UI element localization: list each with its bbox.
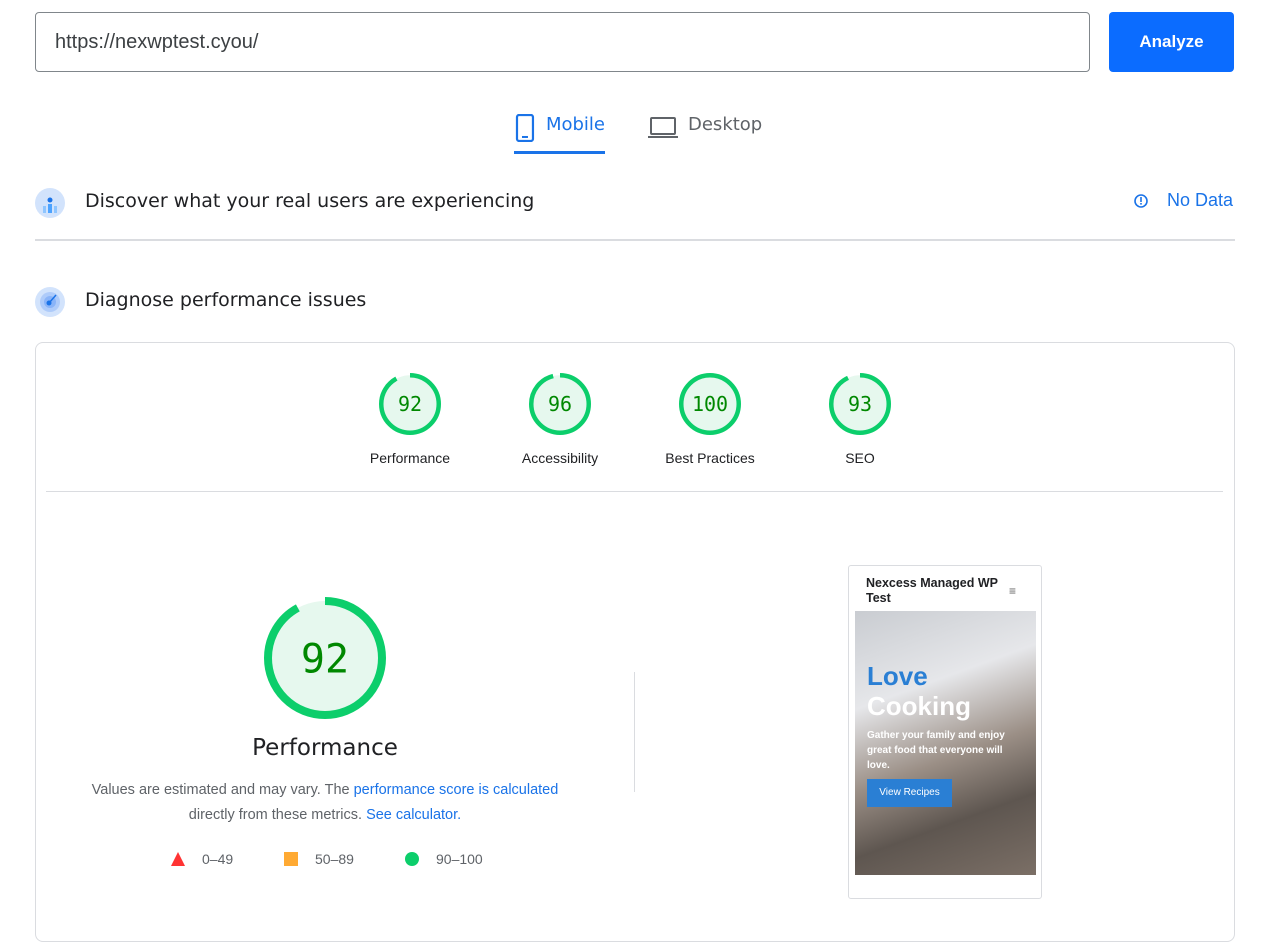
tab-mobile-label: Mobile — [545, 114, 605, 135]
hero-heading-1: Love — [867, 661, 928, 691]
site-title: Nexcess Managed WP Test — [866, 576, 998, 605]
triangle-icon — [171, 852, 185, 866]
page-screenshot: Nexcess Managed WP Test ≡ Love Cooking G… — [848, 565, 1042, 899]
gauge-score: 93 — [848, 392, 872, 416]
legend-label: 0–49 — [202, 851, 234, 867]
legend-label: 50–89 — [315, 851, 354, 867]
see-calculator-link[interactable]: See calculator. — [366, 807, 461, 823]
gauges-divider — [46, 491, 1223, 492]
main-score-title: Performance — [252, 735, 398, 761]
no-data-label: No Data — [1167, 190, 1234, 210]
info-icon — [1134, 193, 1148, 208]
field-data-title: Discover what your real users are experi… — [85, 190, 535, 212]
score-gauge-performance[interactable]: 92 Performance — [335, 372, 485, 466]
legend-label: 90–100 — [436, 851, 483, 867]
main-score-gauge: 92 — [264, 597, 386, 719]
score-gauge-best-practices[interactable]: 100 Best Practices — [635, 372, 785, 466]
square-icon — [284, 852, 298, 866]
hero-heading-2: Cooking — [867, 691, 971, 721]
score-description: Values are estimated and may vary. The p… — [70, 778, 580, 828]
analyze-button[interactable]: Analyze — [1109, 12, 1234, 72]
url-input[interactable]: https://nexwptest.cyou/ — [35, 12, 1090, 72]
no-data-link[interactable]: No Data — [1133, 190, 1233, 211]
circle-icon — [405, 852, 419, 866]
laptop-icon — [648, 117, 678, 138]
view-recipes-button: View Recipes — [867, 779, 952, 807]
score-gauge-accessibility[interactable]: 96 Accessibility — [485, 372, 635, 466]
legend-pass: 90–100 — [404, 851, 483, 867]
diagnose-icon — [35, 287, 65, 317]
hero-image: Love Cooking Gather your family and enjo… — [855, 611, 1036, 875]
vertical-divider — [634, 672, 635, 792]
desc-text: directly from these metrics. — [188, 807, 367, 823]
gauge-score: 92 — [398, 392, 422, 416]
gauge-score: 100 — [692, 392, 728, 416]
section-divider — [35, 239, 1235, 241]
menu-icon: ≡ — [1009, 584, 1017, 598]
tab-desktop[interactable]: Desktop — [648, 108, 762, 154]
tab-desktop-label: Desktop — [688, 114, 763, 135]
users-icon — [35, 188, 65, 218]
desc-text: Values are estimated and may vary. The — [91, 782, 354, 798]
score-calculated-link[interactable]: performance score is calculated — [354, 782, 559, 798]
legend-fail: 0–49 — [170, 851, 233, 867]
gauge-label: Best Practices — [665, 450, 755, 466]
gauge-label: SEO — [845, 450, 875, 466]
score-gauge-seo[interactable]: 93 SEO — [785, 372, 935, 466]
gauge-score: 92 — [301, 636, 349, 682]
legend-average: 50–89 — [283, 851, 354, 867]
gauge-score: 96 — [548, 392, 572, 416]
gauge-label: Accessibility — [521, 450, 599, 466]
diagnose-title: Diagnose performance issues — [85, 289, 367, 311]
gauge-label: Performance — [369, 450, 451, 466]
tab-mobile[interactable]: Mobile — [514, 108, 605, 154]
phone-icon — [515, 114, 535, 142]
hero-text: Gather your family and enjoy great food … — [867, 730, 1005, 771]
